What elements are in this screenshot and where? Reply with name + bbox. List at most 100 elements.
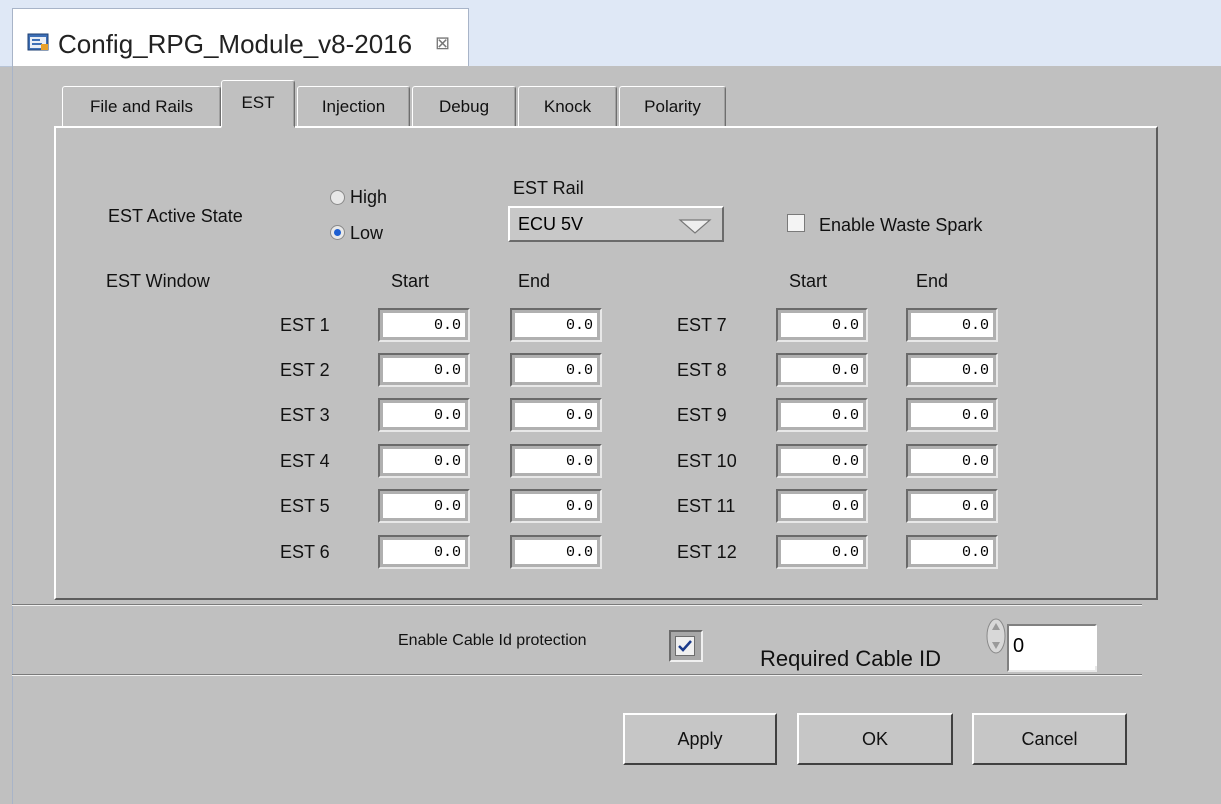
est-row-label: EST 1 [280,315,330,335]
est-end-input[interactable] [515,494,597,518]
est-start-field[interactable] [378,489,470,523]
est-active-state-label: EST Active State [108,206,243,226]
est-row-label: EST 11 [677,496,736,516]
tab-file-and-rails[interactable]: File and Rails [62,86,221,127]
tab-knock[interactable]: Knock [518,86,617,127]
est-start-field[interactable] [378,444,470,478]
labview-vi-icon [27,33,49,51]
est-end-field[interactable] [510,308,602,342]
est-start-field[interactable] [776,535,868,569]
editor-tab-title: Config_RPG_Module_v8-2016 [58,29,413,59]
radio-high[interactable] [330,190,345,205]
est-rail-value: ECU 5V [518,214,584,234]
spinner-icon[interactable] [985,617,1007,655]
divider-top [12,604,1142,606]
est-start-input[interactable] [383,313,465,337]
est-start-input[interactable] [781,313,863,337]
checkmark-icon [678,640,692,652]
est-start-input[interactable] [383,494,465,518]
cable-id-input[interactable] [1009,626,1097,666]
est-end-field[interactable] [906,535,998,569]
est-start-field[interactable] [378,535,470,569]
est-end-input[interactable] [515,313,597,337]
est-start-input[interactable] [781,403,863,427]
apply-button[interactable]: Apply [623,713,777,765]
est-end-input[interactable] [515,449,597,473]
est-row-label: EST 5 [280,496,330,516]
tab-debug[interactable]: Debug [412,86,516,127]
est-window-label: EST Window [106,271,210,291]
est-end-input[interactable] [911,494,993,518]
est-end-input[interactable] [911,403,993,427]
est-start-input[interactable] [781,449,863,473]
est-end-field[interactable] [510,398,602,432]
est-end-input[interactable] [911,449,993,473]
est-row-label: EST 6 [280,542,330,562]
est-start-input[interactable] [383,358,465,382]
est-start-field[interactable] [378,308,470,342]
est-rail-dropdown[interactable]: ECU 5V [508,206,724,242]
est-row-label: EST 8 [677,360,727,380]
est-end-input[interactable] [911,540,993,564]
est-end-input[interactable] [911,358,993,382]
checkbox-box [675,636,695,656]
est-end-field[interactable] [906,489,998,523]
required-cable-id-label: Required Cable ID [760,646,941,671]
est-end-field[interactable] [510,489,602,523]
est-start-field[interactable] [776,444,868,478]
divider-bottom [12,674,1142,676]
est-end-field[interactable] [510,535,602,569]
est-rail-label: EST Rail [513,178,584,198]
cancel-button[interactable]: Cancel [972,713,1127,765]
est-start-input[interactable] [383,449,465,473]
est-start-input[interactable] [383,540,465,564]
est-end-field[interactable] [510,353,602,387]
est-row-label: EST 9 [677,405,727,425]
est-end-field[interactable] [906,353,998,387]
waste-spark-label: Enable Waste Spark [819,215,983,235]
est-start-field[interactable] [776,489,868,523]
editor-tab-bar: Config_RPG_Module_v8-2016 ⊠ [0,0,1221,67]
end-header-left: End [518,271,551,291]
cable-protection-label: Enable Cable Id protection [398,632,587,649]
radio-low-label: Low [350,223,384,243]
est-start-input[interactable] [383,403,465,427]
est-start-field[interactable] [378,353,470,387]
est-end-field[interactable] [510,444,602,478]
tab-est[interactable]: EST [221,80,295,128]
est-start-field[interactable] [776,353,868,387]
est-start-field[interactable] [378,398,470,432]
tab-injection[interactable]: Injection [297,86,410,127]
close-icon[interactable]: ⊠ [435,33,450,54]
tab-polarity[interactable]: Polarity [619,86,726,127]
start-header-right: Start [789,271,828,291]
ok-button[interactable]: OK [797,713,953,765]
est-end-field[interactable] [906,308,998,342]
est-row-label: EST 2 [280,360,330,380]
chevron-down-icon [678,219,712,234]
cable-protection-checkbox[interactable] [669,630,703,662]
cable-id-field[interactable] [1007,624,1097,672]
est-row-label: EST 3 [280,405,330,425]
waste-spark-checkbox[interactable] [787,214,805,232]
est-end-input[interactable] [515,358,597,382]
est-start-field[interactable] [776,308,868,342]
est-start-input[interactable] [781,358,863,382]
est-row-label: EST 12 [677,542,737,562]
editor-tab[interactable]: Config_RPG_Module_v8-2016 ⊠ [12,8,469,66]
est-row-label: EST 7 [677,315,727,335]
est-end-field[interactable] [906,444,998,478]
est-end-input[interactable] [515,540,597,564]
est-start-field[interactable] [776,398,868,432]
est-end-field[interactable] [906,398,998,432]
est-row-label: EST 10 [677,451,737,471]
est-row-label: EST 4 [280,451,330,471]
est-start-input[interactable] [781,540,863,564]
start-header-left: Start [391,271,430,291]
radio-high-label: High [350,187,388,207]
radio-low[interactable] [330,225,345,240]
end-header-right: End [916,271,949,291]
est-start-input[interactable] [781,494,863,518]
est-end-input[interactable] [515,403,597,427]
est-end-input[interactable] [911,313,993,337]
